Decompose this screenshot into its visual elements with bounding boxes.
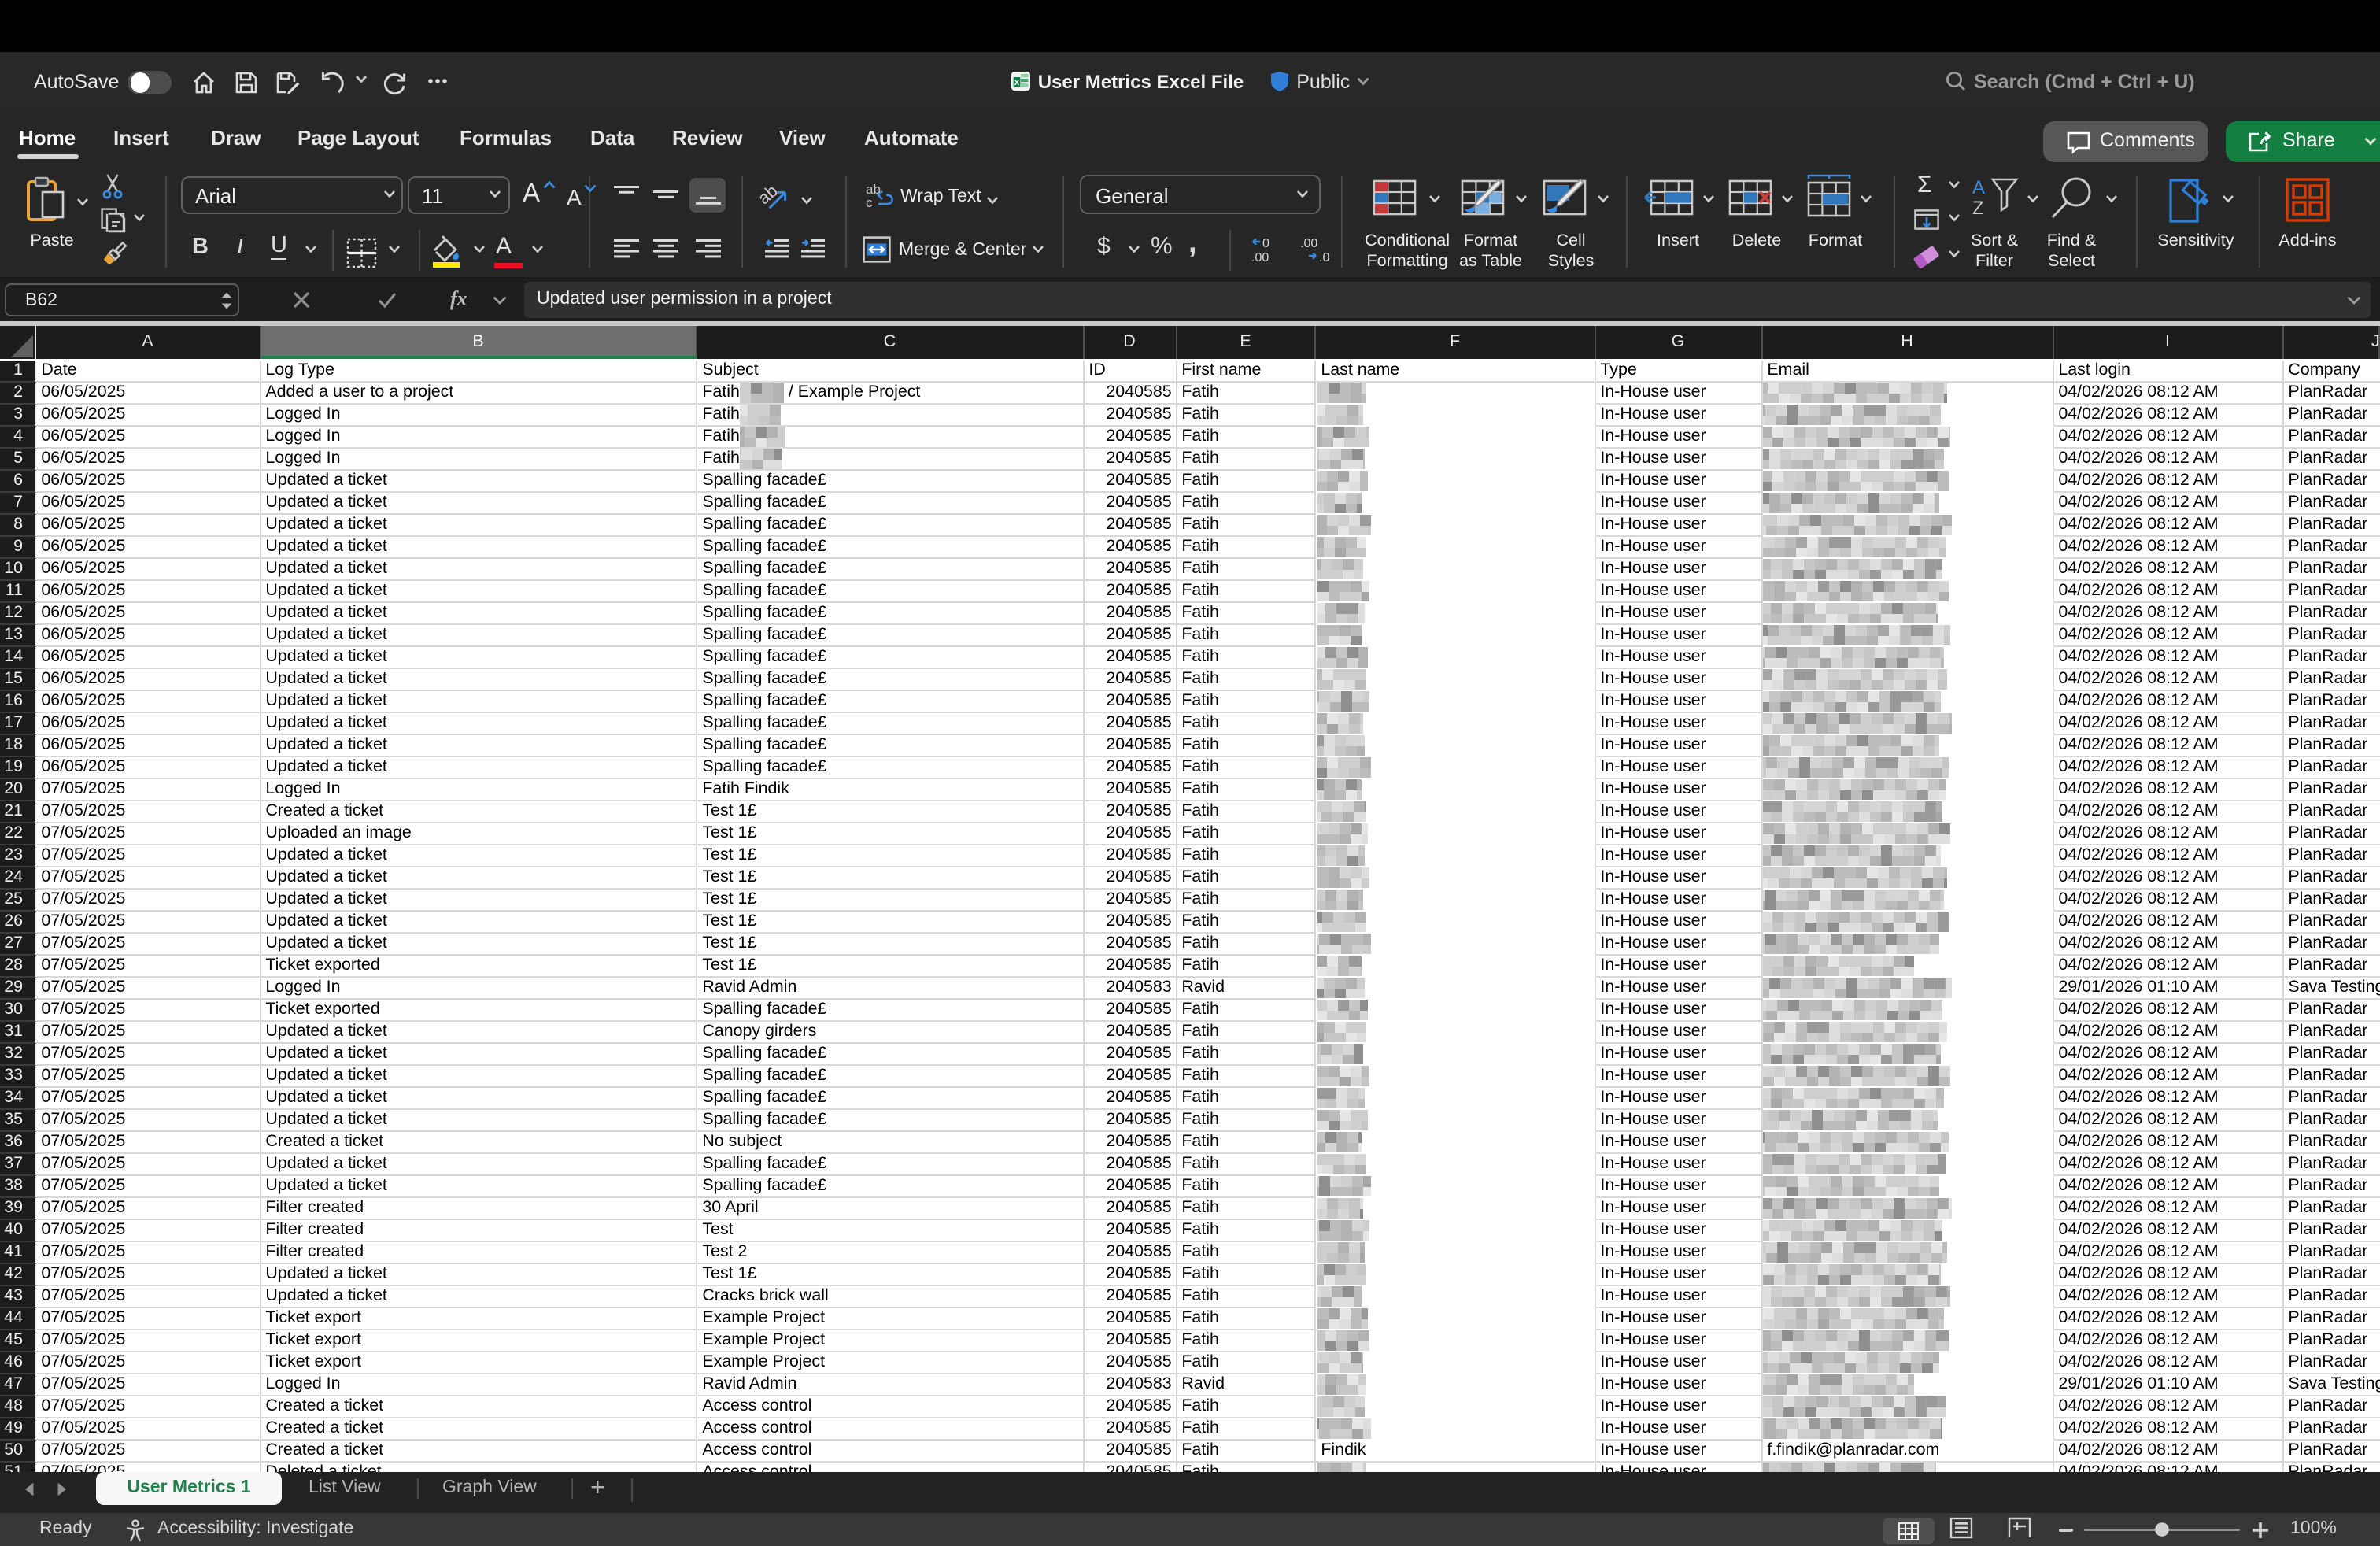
svg-text:c: c <box>866 195 873 210</box>
svg-text:.00: .00 <box>1251 251 1269 264</box>
svg-text:A: A <box>1972 177 1985 198</box>
svg-text:x: x <box>1014 77 1019 87</box>
svg-text:0: 0 <box>1262 237 1269 250</box>
svg-text:Z: Z <box>1972 198 1984 219</box>
svg-text:.0: .0 <box>1319 251 1329 264</box>
svg-text:.00: .00 <box>1300 237 1318 250</box>
